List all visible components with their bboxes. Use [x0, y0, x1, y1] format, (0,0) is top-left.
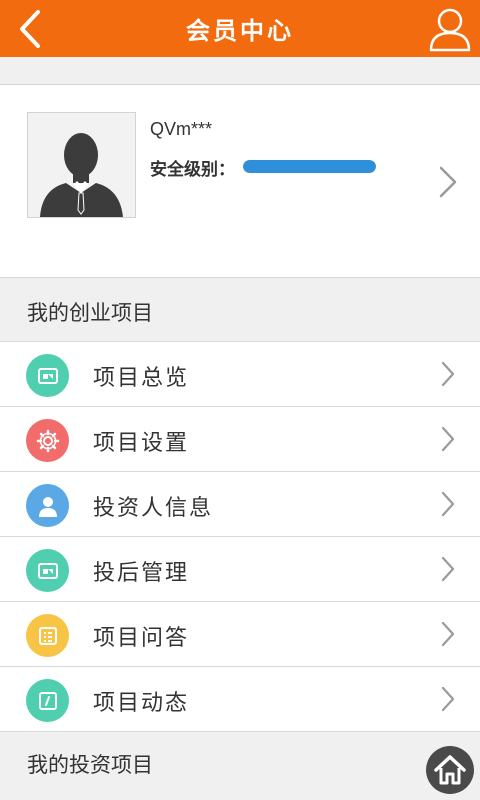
startup-project-menu: 项目总览 项目设置 投资人信息 投后管理 项目问答 项目动态 — [0, 341, 480, 732]
user-icon[interactable] — [428, 6, 472, 52]
menu-item-label: 项目总览 — [93, 366, 190, 391]
home-icon — [434, 755, 466, 785]
menu-item-label: 项目动态 — [93, 691, 190, 716]
profile-card[interactable]: QVm*** 安全级别： — [0, 84, 480, 278]
menu-item-label: 项目设置 — [93, 431, 190, 456]
menu-item-project-overview[interactable]: 项目总览 — [0, 342, 480, 407]
menu-item-label: 投资人信息 — [93, 496, 214, 521]
chevron-right-icon — [441, 556, 455, 582]
menu-item-project-news[interactable]: 项目动态 — [0, 667, 480, 732]
chevron-right-icon[interactable] — [438, 165, 458, 199]
chevron-right-icon — [441, 426, 455, 452]
avatar — [27, 112, 136, 218]
gear-icon — [26, 419, 69, 462]
qa-icon — [26, 614, 69, 657]
menu-item-project-qa[interactable]: 项目问答 — [0, 602, 480, 667]
chevron-left-icon[interactable] — [10, 8, 50, 50]
project-news-icon — [26, 679, 69, 722]
top-bar: 会员中心 — [0, 0, 480, 57]
project-overview-icon — [26, 354, 69, 397]
section-title-investments: 我的投资项目 — [27, 753, 153, 777]
section-title-startup: 我的创业项目 — [27, 301, 153, 325]
username: QVm*** — [150, 119, 213, 139]
security-level-fill — [243, 160, 376, 173]
investor-icon — [26, 484, 69, 527]
menu-item-project-settings[interactable]: 项目设置 — [0, 407, 480, 472]
home-button[interactable] — [426, 746, 474, 794]
menu-item-investor-info[interactable]: 投资人信息 — [0, 472, 480, 537]
post-investment-icon — [26, 549, 69, 592]
menu-item-post-investment[interactable]: 投后管理 — [0, 537, 480, 602]
security-level-bar — [243, 160, 376, 173]
page-title: 会员中心 — [186, 17, 294, 45]
chevron-right-icon — [441, 621, 455, 647]
chevron-right-icon — [441, 686, 455, 712]
menu-item-label: 投后管理 — [93, 561, 190, 586]
menu-item-label: 项目问答 — [93, 626, 190, 651]
chevron-right-icon — [441, 491, 455, 517]
default-avatar-icon — [40, 133, 123, 217]
chevron-right-icon — [441, 361, 455, 387]
security-level-label: 安全级别： — [150, 160, 235, 180]
